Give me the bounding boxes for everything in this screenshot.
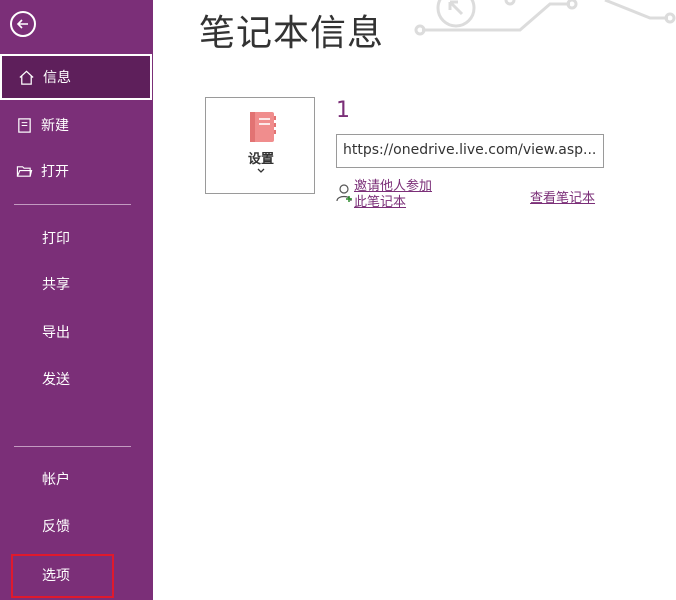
nav-account[interactable]: 帐户 xyxy=(0,456,153,502)
nav-export[interactable]: 导出 xyxy=(0,309,153,355)
nav-open[interactable]: 打开 xyxy=(0,148,153,194)
nav-share-label: 共享 xyxy=(42,277,70,293)
nav-print-label: 打印 xyxy=(42,231,70,247)
home-icon xyxy=(17,68,35,86)
circuit-decoration xyxy=(414,0,676,36)
add-person-icon xyxy=(336,184,352,202)
nav-export-label: 导出 xyxy=(42,325,70,341)
invite-people-label: 邀请他人参加此笔记本 xyxy=(354,179,433,210)
invite-people-link[interactable]: 邀请他人参加此笔记本 xyxy=(336,179,444,211)
nav-feedback-label: 反馈 xyxy=(42,519,70,535)
folder-open-icon xyxy=(15,162,33,180)
view-notebook-link[interactable]: 查看笔记本 xyxy=(530,187,595,206)
nav-new[interactable]: 新建 xyxy=(0,102,153,148)
backstage-sidebar: 信息 新建 打开 打印 共享 导出 发送 帐户 反馈 选项 xyxy=(0,0,153,600)
nav-info-label: 信息 xyxy=(43,70,71,86)
notebook-settings-button[interactable]: 设置 xyxy=(205,97,315,194)
sidebar-divider xyxy=(14,446,131,447)
nav-send-label: 发送 xyxy=(42,372,70,388)
nav-print[interactable]: 打印 xyxy=(0,215,153,261)
nav-open-label: 打开 xyxy=(41,164,69,180)
page-title: 笔记本信息 xyxy=(199,13,385,54)
nav-share[interactable]: 共享 xyxy=(0,261,153,307)
notebook-icon xyxy=(250,112,276,142)
nav-account-label: 帐户 xyxy=(42,472,70,488)
nav-send[interactable]: 发送 xyxy=(0,356,153,402)
options-highlight-box xyxy=(11,554,114,598)
notebook-url-field[interactable]: https://onedrive.live.com/view.asp... xyxy=(336,134,604,168)
back-arrow-icon xyxy=(16,19,28,29)
back-button[interactable] xyxy=(10,11,36,37)
notebook-name: 1 xyxy=(336,98,350,123)
sidebar-divider xyxy=(14,204,131,205)
nav-new-label: 新建 xyxy=(41,118,69,134)
nav-info[interactable]: 信息 xyxy=(0,54,152,100)
nav-feedback[interactable]: 反馈 xyxy=(0,503,153,549)
settings-label: 设置 xyxy=(247,152,274,167)
chevron-down-icon xyxy=(257,168,265,173)
new-page-icon xyxy=(15,116,33,134)
